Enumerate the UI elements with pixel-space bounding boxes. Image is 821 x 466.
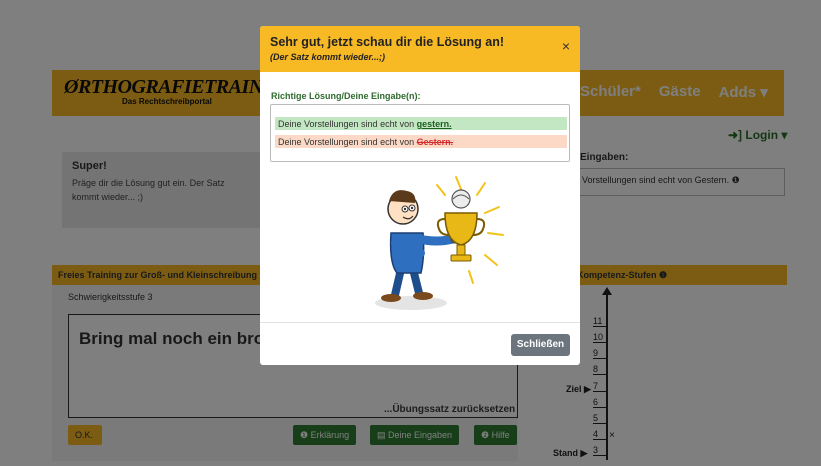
modal-footer-divider — [260, 322, 580, 323]
modal-header: Sehr gut, jetzt schau dir die Lösung an!… — [260, 26, 580, 72]
correct-word: gestern. — [416, 119, 452, 129]
correct-prefix: Deine Vorstellungen sind echt von — [278, 119, 417, 129]
user-input-line: Deine Vorstellungen sind echt von Gester… — [275, 135, 567, 148]
wrong-word: Gestern. — [416, 137, 454, 147]
solution-modal: Sehr gut, jetzt schau dir die Lösung an!… — [260, 26, 580, 365]
close-icon[interactable]: × — [562, 38, 570, 54]
close-button[interactable]: Schließen — [511, 334, 570, 356]
modal-subtitle: (Der Satz kommt wieder...;) — [270, 52, 386, 62]
modal-title: Sehr gut, jetzt schau dir die Lösung an! — [270, 35, 505, 49]
solution-label: Richtige Lösung/Deine Eingabe(n): — [271, 91, 421, 101]
wrong-prefix: Deine Vorstellungen sind echt von — [278, 137, 417, 147]
trophy-illustration-icon — [375, 176, 504, 310]
solution-area: Deine Vorstellungen sind echt von gester… — [270, 104, 570, 162]
correct-solution-line: Deine Vorstellungen sind echt von gester… — [275, 117, 567, 130]
